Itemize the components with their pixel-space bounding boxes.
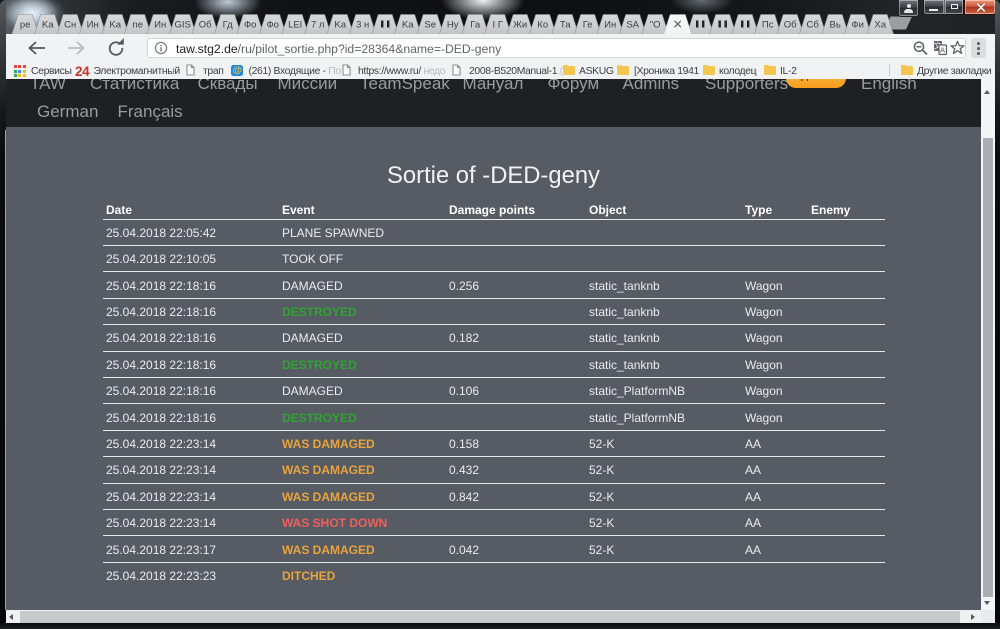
- svg-text:Se: Se: [424, 20, 436, 31]
- svg-text:Вь: Вь: [830, 20, 841, 31]
- svg-text:3 н: 3 н: [356, 20, 369, 31]
- svg-text:Жи: Жи: [513, 20, 527, 31]
- svg-text:Фо: Фо: [244, 20, 257, 31]
- svg-text:Ко: Ко: [537, 20, 548, 31]
- svg-text:Ха: Ха: [874, 20, 886, 31]
- svg-text:LEI: LEI: [288, 20, 302, 31]
- svg-text:Сб: Сб: [807, 20, 820, 31]
- svg-text:GIS: GIS: [175, 20, 191, 31]
- svg-text:Фо: Фо: [266, 20, 279, 31]
- svg-text:Ге: Ге: [583, 20, 593, 31]
- svg-text:I Г: I Г: [492, 20, 502, 31]
- svg-text:ne: ne: [132, 20, 143, 31]
- svg-text:Ин: Ин: [87, 20, 99, 31]
- svg-text:Пс: Пс: [762, 20, 774, 31]
- svg-text:Фи: Фи: [851, 20, 864, 31]
- svg-text:Ин: Ин: [604, 20, 616, 31]
- svg-text:Та: Та: [560, 20, 571, 31]
- svg-text:Ин: Ин: [154, 20, 166, 31]
- svg-text:pe: pe: [20, 20, 31, 31]
- svg-text:Ka: Ka: [334, 20, 346, 31]
- svg-text:Об: Об: [784, 20, 797, 31]
- svg-text:Об: Об: [199, 20, 212, 31]
- svg-text:Сн: Сн: [64, 20, 76, 31]
- svg-text:A: A: [940, 46, 945, 55]
- svg-text:Ну: Ну: [447, 20, 459, 31]
- svg-text:"О: "О: [650, 20, 661, 31]
- svg-text:Ka: Ka: [109, 20, 121, 31]
- svg-text:Гд: Гд: [223, 20, 234, 31]
- svg-text:Ka: Ka: [402, 20, 414, 31]
- svg-text:Ka: Ka: [42, 20, 54, 31]
- svg-text:7 л: 7 л: [311, 20, 324, 31]
- svg-text:Га: Га: [470, 20, 481, 31]
- svg-text:SA: SA: [626, 20, 639, 31]
